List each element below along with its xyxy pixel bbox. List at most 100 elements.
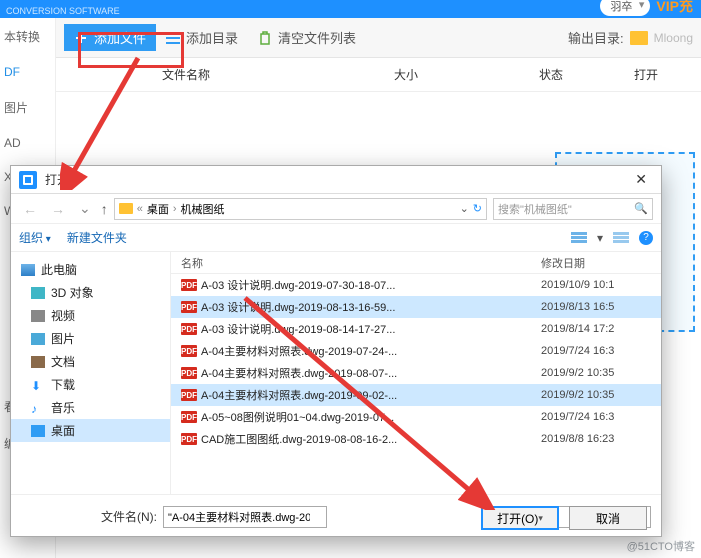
pdf-icon: PDF [181,367,197,379]
search-input[interactable]: 搜索"机械图纸" 🔍 [493,198,653,220]
breadcrumb[interactable]: 桌面 [147,201,169,217]
filename-label: 文件名(N): [101,508,157,525]
close-button[interactable]: ✕ [629,169,653,190]
file-pane: 名称 修改日期 PDF A-03 设计说明.dwg-2019-07-30-18-0… [171,252,661,494]
clear-list-button[interactable]: 清空文件列表 [248,24,366,51]
dialog-title: 打开 [45,171,69,188]
file-date: 2019/9/2 10:35 [541,389,661,401]
open-button[interactable]: 打开(O) [481,506,559,530]
file-row[interactable]: PDF A-03 设计说明.dwg-2019-08-14-17-27...2019… [171,318,661,340]
dialog-toolbar: 组织 新建文件夹 ▾ ? [11,224,661,252]
plus-icon [74,31,88,45]
chevron-down-icon[interactable]: ▾ [597,231,603,245]
file-name: A-04主要材料对照表.dwg-2019-08-07-... [201,365,541,381]
output-label: 输出目录: [568,28,624,47]
col-date[interactable]: 修改日期 [541,255,661,271]
file-name: A-04主要材料对照表.dwg-2019-07-24-... [201,343,541,359]
col-open: 打开 [606,66,686,83]
file-date: 2019/8/14 17:2 [541,323,661,335]
add-file-button[interactable]: 添加文件 [64,24,156,51]
file-row[interactable]: PDF A-04主要材料对照表.dwg-2019-08-07-...2019/9/… [171,362,661,384]
pdf-icon: PDF [181,345,197,357]
nav-back-icon[interactable]: ← [19,201,41,217]
nav-forward-icon[interactable]: → [47,201,69,217]
user-menu[interactable]: 羽卒 [600,0,650,16]
tree-downloads[interactable]: ⬇下载 [11,373,170,396]
new-folder-button[interactable]: 新建文件夹 [67,229,127,246]
file-row[interactable]: PDFCAD施工图图纸.dwg-2019-08-08-16-2...2019/8… [171,428,661,450]
file-date: 2019/7/24 16:3 [541,345,661,357]
breadcrumb[interactable]: 机械图纸 [181,201,225,217]
col-name[interactable]: 名称 [171,255,541,271]
search-icon: 🔍 [634,202,648,215]
tree-this-pc[interactable]: 此电脑 [11,258,170,281]
tree-desktop[interactable]: 桌面 [11,419,170,442]
col-name: 文件名称 [56,66,316,83]
address-bar[interactable]: « 桌面 › 机械图纸 ⌄ ↻ [114,198,487,220]
document-icon [31,356,45,368]
preview-pane-icon[interactable] [613,232,629,244]
file-list-headers: 文件名称 大小 状态 打开 [56,58,701,91]
folder-icon[interactable] [630,31,648,45]
app-logo-icon [19,171,37,189]
address-dropdown-icon[interactable]: ⌄ [460,202,469,215]
watermark: @51CTO博客 [627,538,695,554]
file-date: 2019/7/24 16:3 [541,411,661,423]
pdf-icon: PDF [181,301,197,313]
app-subtitle: CONVERSION SOFTWARE [6,6,120,16]
tree-music[interactable]: ♪音乐 [11,396,170,419]
breadcrumb-sep: › [173,203,177,215]
sidebar-item[interactable]: DF [0,55,55,89]
dialog-titlebar: 打开 ✕ [11,166,661,194]
image-icon [31,333,45,345]
file-date: 2019/10/9 10:1 [541,279,661,291]
sidebar-item[interactable]: 本转换 [0,18,55,55]
sidebar-item[interactable]: 图片 [0,89,55,126]
pdf-icon: PDF [181,411,197,423]
tree-documents[interactable]: 文档 [11,350,170,373]
tree-videos[interactable]: 视频 [11,304,170,327]
nav-up-icon[interactable]: ↑ [101,201,108,217]
toolbar: 添加文件 添加目录 清空文件列表 输出目录: Mloong [56,18,701,58]
add-dir-button[interactable]: 添加目录 [156,24,248,51]
folder-icon [119,203,133,214]
sidebar-item[interactable]: AD [0,126,55,160]
folder-tree: 此电脑 3D 对象 视频 图片 文档 ⬇下载 ♪音乐 桌面 [11,252,171,494]
pdf-icon: PDF [181,389,197,401]
tree-3d-objects[interactable]: 3D 对象 [11,281,170,304]
vip-badge[interactable]: VIP充 [656,0,693,16]
file-row[interactable]: PDFA-05~08图例说明01~04.dwg-2019-07...2019/7… [171,406,661,428]
tree-pictures[interactable]: 图片 [11,327,170,350]
file-row[interactable]: PDFA-03 设计说明.dwg-2019-08-13-16-59...2019… [171,296,661,318]
file-date: 2019/8/8 16:23 [541,433,661,445]
pc-icon [21,264,35,276]
cube-icon [31,287,45,299]
file-row[interactable]: PDF A-04主要材料对照表.dwg-2019-07-24-...2019/7/… [171,340,661,362]
music-icon: ♪ [31,402,45,414]
video-icon [31,310,45,322]
file-date: 2019/9/2 10:35 [541,367,661,379]
file-name: A-03 设计说明.dwg-2019-07-30-18-07... [201,277,541,293]
file-name: A-03 设计说明.dwg-2019-08-13-16-59... [201,299,541,315]
organize-menu[interactable]: 组织 [19,229,51,246]
filename-input[interactable] [163,506,525,528]
help-icon[interactable]: ? [639,231,653,245]
output-path: Mloong [654,31,693,45]
dialog-nav: ← → ⌄ ↑ « 桌面 › 机械图纸 ⌄ ↻ 搜索"机械图纸" 🔍 [11,194,661,224]
nav-recent-icon[interactable]: ⌄ [75,200,95,217]
pdf-icon: PDF [181,323,197,335]
file-row[interactable]: PDF A-03 设计说明.dwg-2019-07-30-18-07...2019… [171,274,661,296]
file-pane-header: 名称 修改日期 [171,252,661,274]
breadcrumb-sep: « [137,203,143,215]
refresh-icon[interactable]: ↻ [473,202,482,215]
cancel-button[interactable]: 取消 [569,506,647,530]
view-mode-icon[interactable] [571,232,587,244]
app-header: CONVERSION SOFTWARE 羽卒 VIP充 [0,0,701,18]
file-name: A-03 设计说明.dwg-2019-08-14-17-27... [201,321,541,337]
pdf-icon: PDF [181,433,197,445]
col-status: 状态 [496,66,606,83]
file-name: A-04主要材料对照表.dwg-2019-09-02-... [201,387,541,403]
list-icon [166,31,180,45]
file-row[interactable]: PDF A-04主要材料对照表.dwg-2019-09-02-...2019/9/… [171,384,661,406]
pdf-icon: PDF [181,279,197,291]
